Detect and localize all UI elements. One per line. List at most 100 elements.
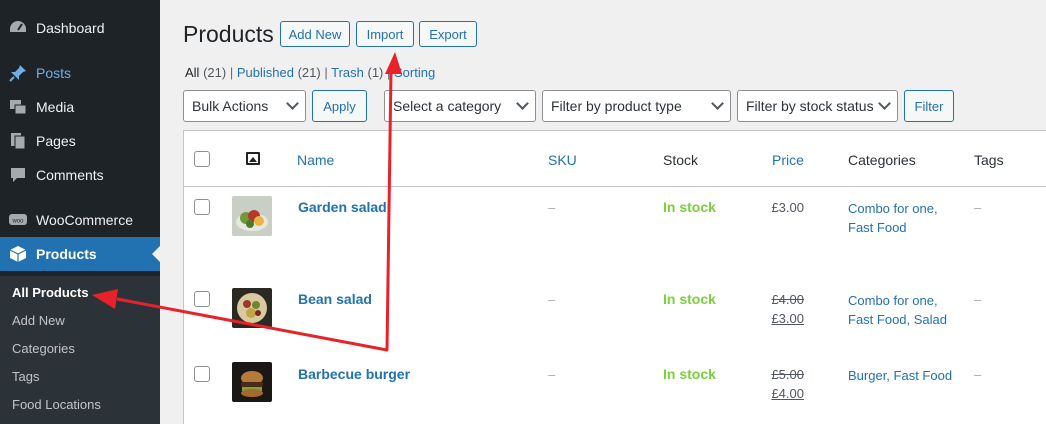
sidebar-item-products[interactable]: Products	[0, 237, 160, 271]
sidebar-item-label: Comments	[36, 167, 104, 183]
category-links[interactable]: Combo for one,	[848, 201, 938, 216]
product-name-link[interactable]: Bean salad	[298, 291, 372, 307]
column-name[interactable]: Name	[297, 152, 334, 168]
categories-cell: Burger, Fast Food	[848, 366, 952, 385]
table-header: Name SKU Stock Price Categories Tags	[184, 131, 1046, 187]
filter-button[interactable]: Filter	[904, 90, 954, 122]
categories-cell: Combo for one, Fast Food	[848, 199, 938, 237]
admin-sidebar: Dashboard Posts Media Pages Comments woo…	[0, 0, 160, 424]
select-all-checkbox[interactable]	[194, 151, 210, 167]
chevron-down-icon	[711, 97, 724, 110]
view-separator: |	[324, 65, 328, 80]
import-button[interactable]: Import	[356, 21, 414, 47]
view-trash-count: (1)	[367, 65, 384, 80]
sidebar-item-label: WooCommerce	[36, 212, 133, 228]
view-separator: |	[229, 65, 234, 80]
chevron-down-icon	[286, 97, 299, 110]
price-value: £3.00	[771, 200, 804, 215]
category-links[interactable]: Burger, Fast Food	[848, 368, 952, 383]
products-table: Name SKU Stock Price Categories Tags Gar…	[183, 130, 1046, 424]
category-links[interactable]: Fast Food	[848, 220, 907, 235]
column-stock: Stock	[663, 152, 699, 168]
table-row: Bean salad – In stock £4.00 £3.00 Combo …	[184, 279, 1046, 354]
category-links[interactable]: Combo for one,	[848, 293, 938, 308]
stock-status-select-value: Filter by stock status	[746, 98, 874, 114]
view-separator: |	[387, 65, 391, 80]
sale-price: £4.00	[771, 386, 804, 401]
submenu-all-products[interactable]: All Products	[12, 285, 89, 300]
submenu-categories[interactable]: Categories	[12, 341, 75, 356]
bulk-actions-value: Bulk Actions	[192, 98, 269, 114]
product-thumbnail[interactable]	[232, 288, 272, 328]
product-thumbnail[interactable]	[232, 362, 272, 402]
comment-icon	[8, 165, 28, 185]
sidebar-item-comments[interactable]: Comments	[0, 158, 160, 192]
view-all[interactable]: All	[185, 65, 199, 80]
chevron-down-icon	[878, 97, 891, 110]
product-name-link[interactable]: Garden salad	[298, 199, 387, 215]
stock-status: In stock	[663, 199, 716, 215]
sale-price: £3.00	[771, 311, 804, 326]
category-select[interactable]: Select a category	[384, 90, 536, 122]
chevron-down-icon	[516, 97, 529, 110]
submenu-add-new[interactable]: Add New	[12, 313, 65, 328]
stock-status: In stock	[663, 291, 716, 307]
current-menu-arrow	[152, 246, 160, 262]
submenu-tags[interactable]: Tags	[12, 369, 39, 384]
categories-cell: Combo for one, Fast Food, Salad	[848, 291, 947, 329]
dashboard-icon	[8, 18, 28, 38]
sidebar-item-woocommerce[interactable]: woo WooCommerce	[0, 203, 160, 237]
stock-status-select[interactable]: Filter by stock status	[737, 90, 898, 122]
sidebar-item-label: Pages	[36, 133, 76, 149]
column-price[interactable]: Price	[772, 152, 804, 168]
tags-value: –	[974, 200, 982, 215]
apply-button[interactable]: Apply	[312, 90, 367, 122]
pages-icon	[8, 131, 28, 151]
product-name-link[interactable]: Barbecue burger	[298, 366, 410, 382]
tags-value: –	[974, 367, 982, 382]
sidebar-item-media[interactable]: Media	[0, 90, 160, 124]
submenu-food-locations[interactable]: Food Locations	[12, 397, 101, 412]
sidebar-item-label: Media	[36, 99, 75, 115]
category-links[interactable]: Fast Food, Salad	[848, 312, 947, 327]
image-column-icon	[246, 152, 260, 165]
main-content: Products Add New Import Export All (21) …	[160, 0, 1046, 424]
pin-icon	[8, 63, 28, 83]
bulk-actions-select[interactable]: Bulk Actions	[183, 90, 306, 122]
column-sku[interactable]: SKU	[548, 152, 577, 168]
sku-value: –	[548, 200, 556, 215]
row-checkbox[interactable]	[194, 366, 210, 382]
page-title: Products	[183, 21, 274, 47]
sku-value: –	[548, 292, 556, 307]
svg-text:woo: woo	[11, 219, 24, 225]
export-button[interactable]: Export	[419, 21, 477, 47]
sidebar-item-dashboard[interactable]: Dashboard	[0, 11, 160, 45]
product-thumbnail[interactable]	[232, 196, 272, 236]
product-type-select[interactable]: Filter by product type	[542, 90, 731, 122]
row-checkbox[interactable]	[194, 291, 210, 307]
view-all-count: (21)	[203, 65, 227, 80]
media-icon	[8, 97, 28, 117]
row-checkbox[interactable]	[194, 199, 210, 215]
sku-value: –	[548, 367, 556, 382]
view-published[interactable]: Published	[237, 65, 294, 80]
box-icon	[8, 244, 28, 264]
sidebar-item-posts[interactable]: Posts	[0, 56, 160, 90]
woocommerce-icon: woo	[8, 210, 28, 230]
view-trash[interactable]: Trash	[331, 65, 364, 80]
sidebar-item-pages[interactable]: Pages	[0, 124, 160, 158]
products-submenu: All Products Add New Categories Tags Foo…	[0, 276, 160, 424]
column-tags: Tags	[974, 152, 1004, 168]
column-categories: Categories	[848, 152, 916, 168]
tags-value: –	[974, 292, 982, 307]
table-row: Barbecue burger – In stock £5.00 £4.00 B…	[184, 354, 1046, 424]
regular-price: £4.00	[771, 292, 804, 307]
sidebar-item-label: Dashboard	[36, 20, 105, 36]
category-select-value: Select a category	[393, 98, 502, 114]
sidebar-item-label: Posts	[36, 65, 72, 81]
view-sorting[interactable]: Sorting	[394, 65, 435, 80]
add-new-button[interactable]: Add New	[280, 21, 350, 47]
view-published-count: (21)	[297, 65, 321, 80]
regular-price: £5.00	[771, 367, 804, 382]
stock-status: In stock	[663, 366, 716, 382]
